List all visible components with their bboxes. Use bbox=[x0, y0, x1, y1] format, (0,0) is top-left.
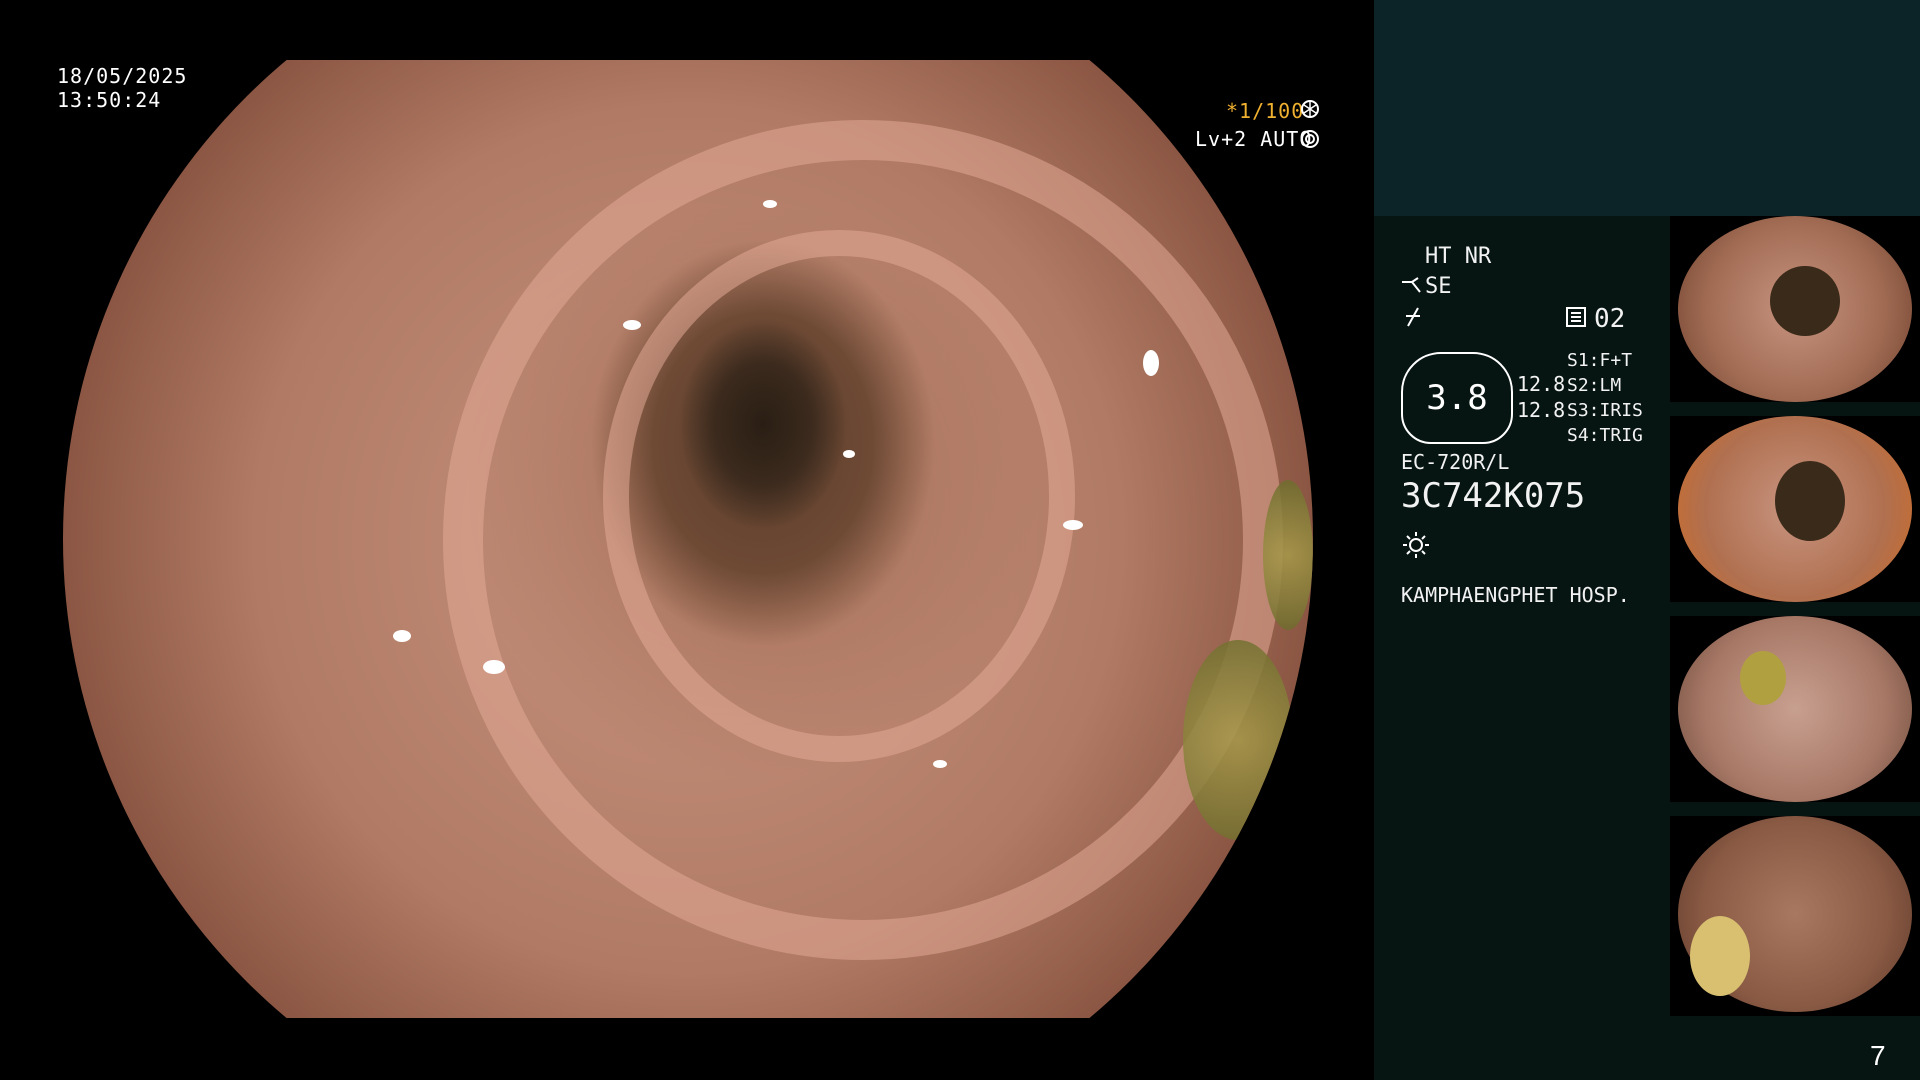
light-reflection bbox=[393, 630, 411, 642]
thumbnail-1[interactable] bbox=[1670, 216, 1920, 402]
thumbnail-image bbox=[1678, 616, 1912, 802]
lumen bbox=[1770, 266, 1840, 336]
light-reflection bbox=[623, 320, 641, 330]
iris-icon bbox=[1300, 129, 1320, 149]
light-reflection bbox=[763, 200, 777, 208]
level-text: Lv+2 AUTO bbox=[1195, 127, 1313, 151]
dial-value: 3.8 bbox=[1426, 378, 1488, 418]
scope-model: EC-720R/L bbox=[1401, 450, 1510, 474]
endoscopic-image bbox=[63, 60, 1313, 1018]
light-reflection bbox=[483, 660, 505, 674]
residue bbox=[1263, 480, 1313, 630]
switch-row: S2:LM bbox=[1567, 375, 1622, 396]
light-reflection bbox=[1143, 350, 1159, 376]
residue bbox=[1183, 640, 1293, 840]
brightness-icon bbox=[1401, 530, 1431, 560]
slash-icon bbox=[1402, 306, 1424, 328]
thumbnail-4[interactable] bbox=[1670, 816, 1920, 1016]
time-text: 13:50:24 bbox=[57, 88, 162, 112]
shutter-text: *1/100 bbox=[1226, 99, 1305, 123]
switch-row: S4:TRIG bbox=[1567, 425, 1643, 446]
switch-row: S3:IRIS bbox=[1567, 400, 1643, 421]
light-reflection bbox=[933, 760, 947, 768]
lumen bbox=[1775, 461, 1845, 541]
mode-line: HT NR bbox=[1425, 244, 1492, 269]
page-number: 7 bbox=[1870, 1040, 1886, 1071]
endoscope-viewport: 18/05/2025 13:50:24 *1/100 Lv+2 AUTO bbox=[0, 0, 1374, 1080]
memory-icon bbox=[1565, 306, 1587, 328]
thumbnail-2[interactable] bbox=[1670, 416, 1920, 602]
switch-row: S1:F+T bbox=[1567, 350, 1633, 371]
channel-number: 02 bbox=[1594, 304, 1626, 334]
pliers-icon bbox=[1400, 274, 1422, 298]
polyp bbox=[1740, 651, 1786, 705]
value-1: 12.8 bbox=[1517, 372, 1566, 396]
serial-number: 3C742K075 bbox=[1401, 476, 1586, 516]
mucosal-fold bbox=[443, 120, 1283, 960]
hospital-name: KAMPHAENGPHET HOSP. bbox=[1401, 583, 1630, 607]
light-reflection bbox=[1063, 520, 1083, 530]
light-reflection bbox=[843, 450, 855, 458]
thumbnail-3[interactable] bbox=[1670, 616, 1920, 802]
aperture-icon bbox=[1300, 99, 1320, 119]
value-2: 12.8 bbox=[1517, 398, 1566, 422]
panel-header-block bbox=[1374, 0, 1920, 216]
se-label: SE bbox=[1425, 274, 1452, 299]
dial-badge: 3.8 bbox=[1401, 352, 1513, 444]
date-text: 18/05/2025 bbox=[57, 64, 188, 88]
residue bbox=[1690, 916, 1750, 996]
